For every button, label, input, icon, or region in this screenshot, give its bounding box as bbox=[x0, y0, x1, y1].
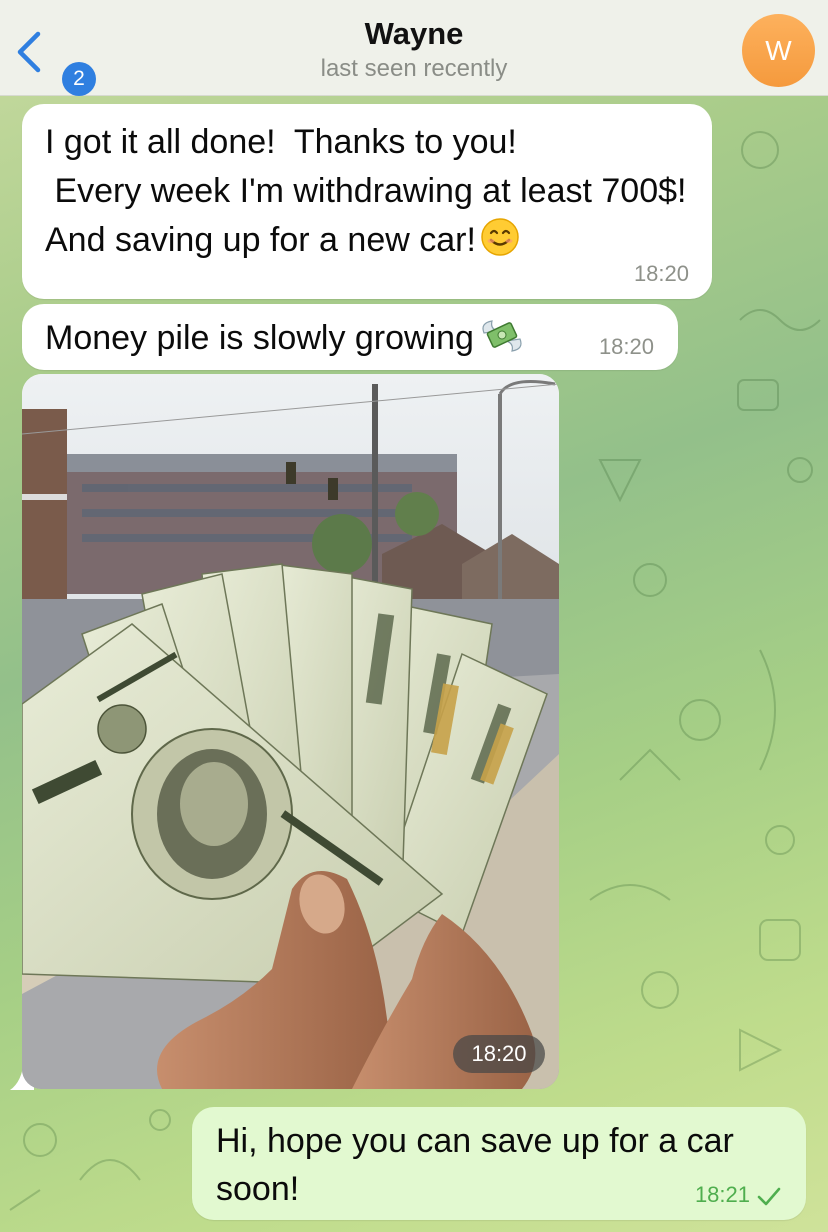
back-button[interactable]: 2 bbox=[14, 28, 96, 96]
money-photo-image[interactable] bbox=[22, 374, 559, 1089]
avatar[interactable]: W bbox=[742, 14, 815, 87]
message-text: Money pile is slowly growing bbox=[45, 315, 524, 360]
message-time: 18:21 bbox=[694, 1182, 750, 1207]
message-time: 18:20 bbox=[633, 261, 689, 286]
contact-status: last seen recently bbox=[320, 55, 508, 82]
incoming-message-bubble[interactable]: I got it all done! Thanks to you! Every … bbox=[22, 104, 712, 299]
message-time: 18:20 bbox=[598, 334, 654, 359]
incoming-message-bubble[interactable]: Money pile is slowly growing 18:20 bbox=[22, 304, 678, 370]
unread-count-badge: 2 bbox=[62, 62, 96, 96]
contact-name[interactable]: Wayne bbox=[200, 16, 628, 52]
money-with-wings-emoji bbox=[482, 320, 522, 352]
outgoing-message-bubble[interactable]: Hi, hope you can save up for a car soon!… bbox=[192, 1107, 806, 1220]
smiling-face-emoji bbox=[481, 218, 519, 256]
photo-time-badge: 18:20 bbox=[453, 1035, 545, 1073]
message-text-content: Money pile is slowly growing bbox=[45, 319, 474, 357]
message-text: I got it all done! Thanks to you! Every … bbox=[45, 118, 695, 265]
chat-header: 2 Wayne last seen recently W bbox=[0, 0, 828, 96]
chevron-left-icon bbox=[17, 31, 41, 73]
read-check-icon bbox=[757, 1187, 781, 1206]
incoming-photo-message[interactable]: 18:20 bbox=[22, 374, 559, 1089]
message-text-content: I got it all done! Thanks to you! Every … bbox=[45, 123, 687, 259]
